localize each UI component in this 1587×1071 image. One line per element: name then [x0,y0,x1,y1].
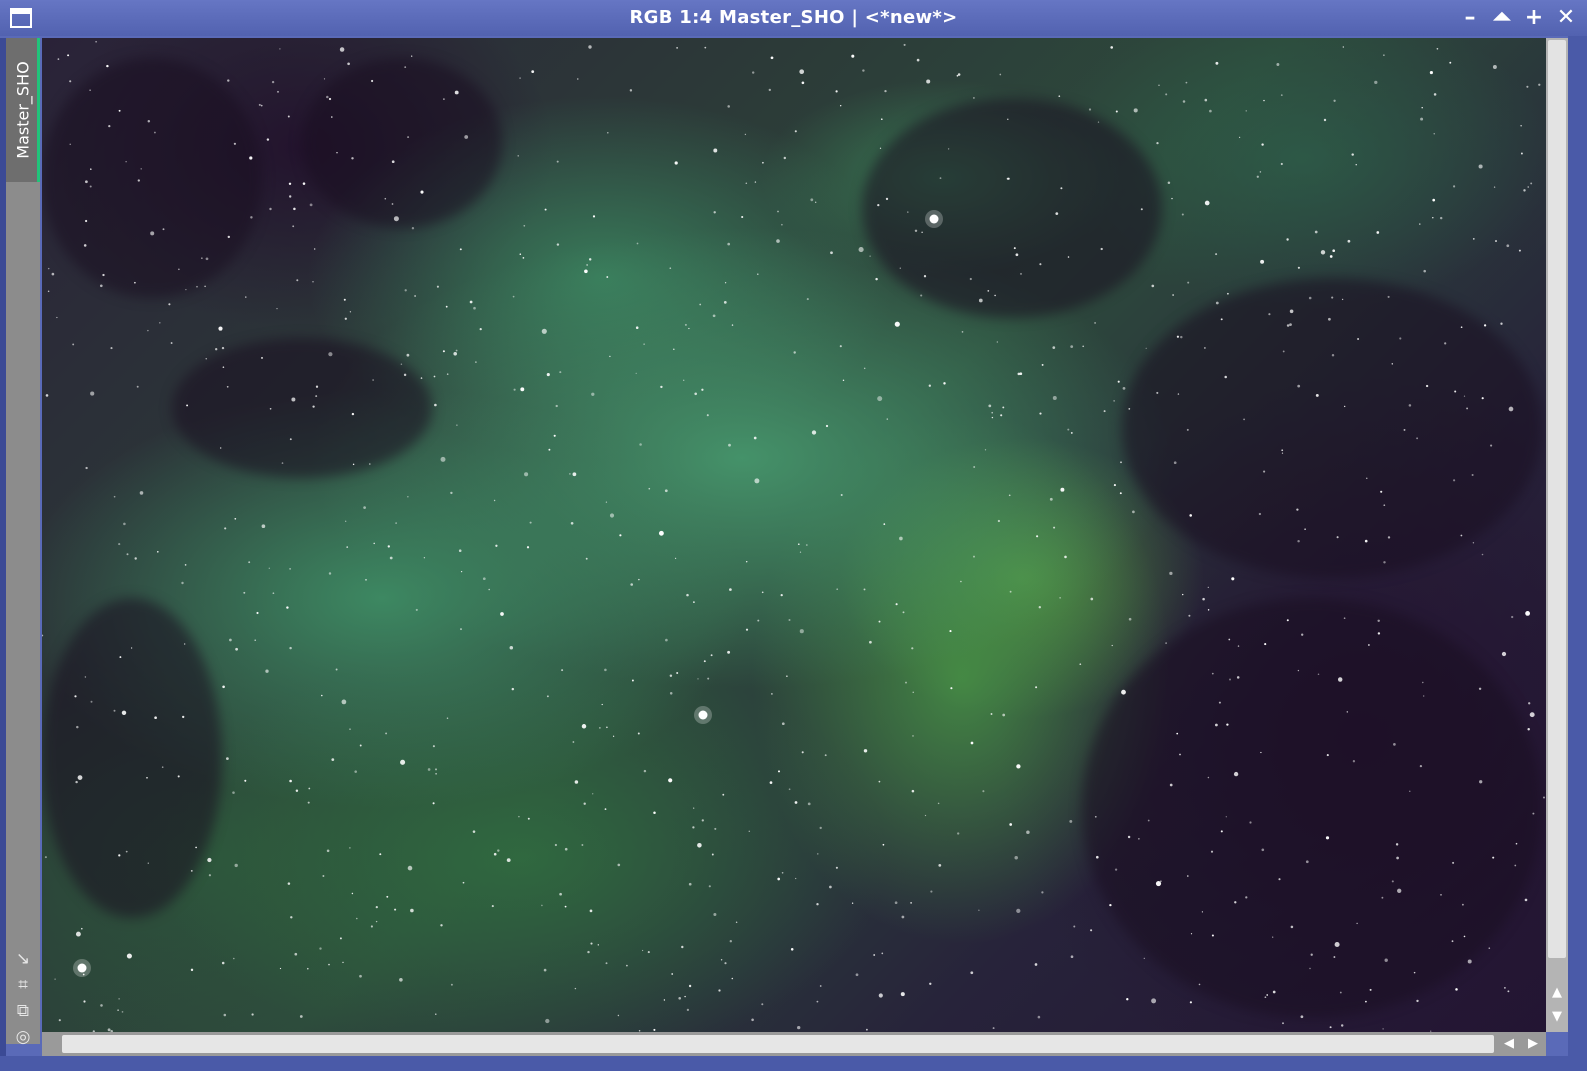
scroll-right-button[interactable]: ▶ [1522,1034,1544,1054]
view-identifier-label: Master_SHO [13,61,33,159]
arrow-diagonal-icon[interactable]: ↘ [12,948,34,970]
image-window: RGB 1:4 Master_SHO | <*new*> – ⏶ + ✕ Mas… [0,0,1587,1071]
vertical-scrollbar[interactable] [1546,38,1568,1032]
window-right-border [1568,36,1587,1071]
view-sidebar: Master_SHO ↘ ⌗ ⧉ ◎ [6,38,40,1047]
vertical-scroll-thumb[interactable] [1548,40,1566,958]
scroll-down-button[interactable]: ▼ [1546,1006,1568,1028]
window-bottom-border [0,1056,1587,1071]
window-title: RGB 1:4 Master_SHO | <*new*> [629,7,958,28]
image-viewport[interactable] [42,38,1546,1032]
horizontal-scroll-thumb[interactable] [62,1035,1494,1053]
scroll-left-button[interactable]: ◀ [1498,1034,1520,1054]
scroll-up-button[interactable]: ▲ [1546,982,1568,1004]
minimize-button[interactable]: – [1458,6,1482,30]
star-field [42,40,1545,1032]
clone-icon[interactable]: ⧉ [12,1000,34,1022]
crop-frame-icon[interactable]: ⌗ [12,974,34,996]
maximize-button[interactable]: + [1522,6,1546,30]
shade-button[interactable]: ⏶ [1490,6,1514,30]
view-identifier-tab[interactable]: Master_SHO [6,38,40,182]
horizontal-scrollbar[interactable] [42,1032,1546,1056]
close-button[interactable]: ✕ [1554,6,1578,30]
title-bar[interactable]: RGB 1:4 Master_SHO | <*new*> – ⏶ + ✕ [0,0,1587,36]
target-icon[interactable]: ◎ [12,1026,34,1048]
